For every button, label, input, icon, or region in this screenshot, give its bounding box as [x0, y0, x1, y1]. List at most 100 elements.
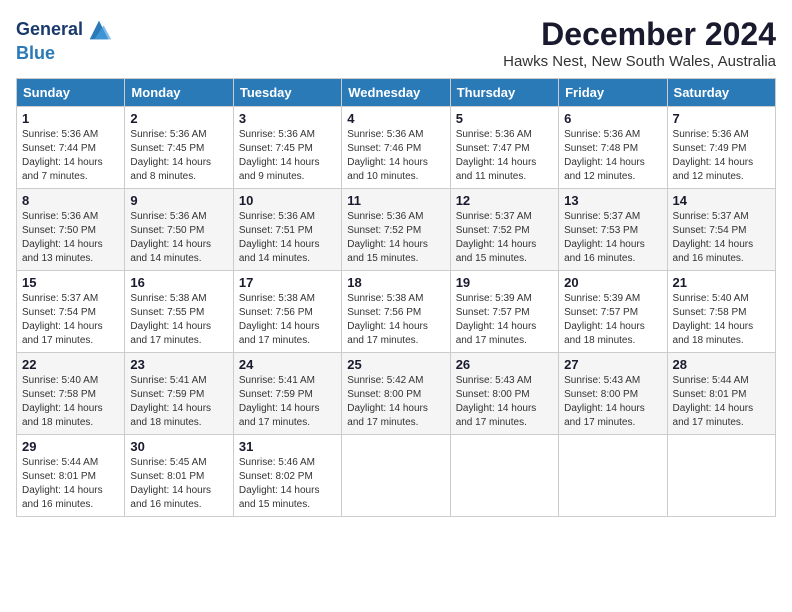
- calendar-cell: 18 Sunrise: 5:38 AMSunset: 7:56 PMDaylig…: [342, 271, 450, 353]
- calendar-cell: 30 Sunrise: 5:45 AMSunset: 8:01 PMDaylig…: [125, 435, 233, 517]
- day-info: Sunrise: 5:36 AMSunset: 7:44 PMDaylight:…: [22, 129, 103, 182]
- calendar-cell: 17 Sunrise: 5:38 AMSunset: 7:56 PMDaylig…: [233, 271, 341, 353]
- day-info: Sunrise: 5:36 AMSunset: 7:51 PMDaylight:…: [239, 211, 320, 264]
- calendar-cell: [559, 435, 667, 517]
- day-info: Sunrise: 5:46 AMSunset: 8:02 PMDaylight:…: [239, 457, 320, 510]
- day-number: 2: [130, 111, 227, 126]
- day-info: Sunrise: 5:38 AMSunset: 7:56 PMDaylight:…: [239, 293, 320, 346]
- month-title: December 2024: [503, 16, 776, 53]
- day-info: Sunrise: 5:36 AMSunset: 7:45 PMDaylight:…: [130, 129, 211, 182]
- calendar-cell: 16 Sunrise: 5:38 AMSunset: 7:55 PMDaylig…: [125, 271, 233, 353]
- day-number: 25: [347, 357, 444, 372]
- calendar-cell: [667, 435, 775, 517]
- calendar-cell: 8 Sunrise: 5:36 AMSunset: 7:50 PMDayligh…: [17, 189, 125, 271]
- day-info: Sunrise: 5:36 AMSunset: 7:45 PMDaylight:…: [239, 129, 320, 182]
- day-info: Sunrise: 5:43 AMSunset: 8:00 PMDaylight:…: [564, 375, 645, 428]
- calendar-cell: 10 Sunrise: 5:36 AMSunset: 7:51 PMDaylig…: [233, 189, 341, 271]
- day-number: 21: [673, 275, 770, 290]
- day-info: Sunrise: 5:36 AMSunset: 7:52 PMDaylight:…: [347, 211, 428, 264]
- day-info: Sunrise: 5:36 AMSunset: 7:49 PMDaylight:…: [673, 129, 754, 182]
- day-info: Sunrise: 5:39 AMSunset: 7:57 PMDaylight:…: [456, 293, 537, 346]
- calendar-cell: 11 Sunrise: 5:36 AMSunset: 7:52 PMDaylig…: [342, 189, 450, 271]
- day-number: 10: [239, 193, 336, 208]
- day-number: 15: [22, 275, 119, 290]
- day-number: 30: [130, 439, 227, 454]
- calendar-cell: [450, 435, 558, 517]
- calendar-week-row: 1 Sunrise: 5:36 AMSunset: 7:44 PMDayligh…: [17, 107, 776, 189]
- day-number: 20: [564, 275, 661, 290]
- calendar-cell: 19 Sunrise: 5:39 AMSunset: 7:57 PMDaylig…: [450, 271, 558, 353]
- calendar-cell: 5 Sunrise: 5:36 AMSunset: 7:47 PMDayligh…: [450, 107, 558, 189]
- calendar-header-row: SundayMondayTuesdayWednesdayThursdayFrid…: [17, 79, 776, 107]
- calendar-cell: 14 Sunrise: 5:37 AMSunset: 7:54 PMDaylig…: [667, 189, 775, 271]
- day-number: 3: [239, 111, 336, 126]
- day-info: Sunrise: 5:45 AMSunset: 8:01 PMDaylight:…: [130, 457, 211, 510]
- calendar-cell: [342, 435, 450, 517]
- calendar-cell: 26 Sunrise: 5:43 AMSunset: 8:00 PMDaylig…: [450, 353, 558, 435]
- calendar-cell: 12 Sunrise: 5:37 AMSunset: 7:52 PMDaylig…: [450, 189, 558, 271]
- calendar-day-header: Monday: [125, 79, 233, 107]
- day-info: Sunrise: 5:40 AMSunset: 7:58 PMDaylight:…: [22, 375, 103, 428]
- calendar-cell: 20 Sunrise: 5:39 AMSunset: 7:57 PMDaylig…: [559, 271, 667, 353]
- title-block: December 2024 Hawks Nest, New South Wale…: [503, 16, 776, 70]
- calendar-cell: 13 Sunrise: 5:37 AMSunset: 7:53 PMDaylig…: [559, 189, 667, 271]
- day-info: Sunrise: 5:37 AMSunset: 7:54 PMDaylight:…: [22, 293, 103, 346]
- day-number: 24: [239, 357, 336, 372]
- day-number: 7: [673, 111, 770, 126]
- calendar-day-header: Sunday: [17, 79, 125, 107]
- calendar-cell: 21 Sunrise: 5:40 AMSunset: 7:58 PMDaylig…: [667, 271, 775, 353]
- calendar-cell: 15 Sunrise: 5:37 AMSunset: 7:54 PMDaylig…: [17, 271, 125, 353]
- day-info: Sunrise: 5:36 AMSunset: 7:50 PMDaylight:…: [130, 211, 211, 264]
- day-info: Sunrise: 5:40 AMSunset: 7:58 PMDaylight:…: [673, 293, 754, 346]
- day-info: Sunrise: 5:37 AMSunset: 7:53 PMDaylight:…: [564, 211, 645, 264]
- calendar-week-row: 22 Sunrise: 5:40 AMSunset: 7:58 PMDaylig…: [17, 353, 776, 435]
- page-header: General Blue December 2024 Hawks Nest, N…: [16, 16, 776, 70]
- calendar-day-header: Tuesday: [233, 79, 341, 107]
- calendar-week-row: 15 Sunrise: 5:37 AMSunset: 7:54 PMDaylig…: [17, 271, 776, 353]
- calendar-day-header: Thursday: [450, 79, 558, 107]
- day-info: Sunrise: 5:36 AMSunset: 7:46 PMDaylight:…: [347, 129, 428, 182]
- calendar-cell: 2 Sunrise: 5:36 AMSunset: 7:45 PMDayligh…: [125, 107, 233, 189]
- day-info: Sunrise: 5:38 AMSunset: 7:55 PMDaylight:…: [130, 293, 211, 346]
- day-number: 6: [564, 111, 661, 126]
- calendar-day-header: Friday: [559, 79, 667, 107]
- day-number: 13: [564, 193, 661, 208]
- calendar-table: SundayMondayTuesdayWednesdayThursdayFrid…: [16, 78, 776, 517]
- day-number: 1: [22, 111, 119, 126]
- calendar-cell: 4 Sunrise: 5:36 AMSunset: 7:46 PMDayligh…: [342, 107, 450, 189]
- day-info: Sunrise: 5:36 AMSunset: 7:50 PMDaylight:…: [22, 211, 103, 264]
- day-info: Sunrise: 5:44 AMSunset: 8:01 PMDaylight:…: [22, 457, 103, 510]
- calendar-cell: 25 Sunrise: 5:42 AMSunset: 8:00 PMDaylig…: [342, 353, 450, 435]
- calendar-week-row: 29 Sunrise: 5:44 AMSunset: 8:01 PMDaylig…: [17, 435, 776, 517]
- calendar-cell: 23 Sunrise: 5:41 AMSunset: 7:59 PMDaylig…: [125, 353, 233, 435]
- day-number: 8: [22, 193, 119, 208]
- day-number: 16: [130, 275, 227, 290]
- day-number: 26: [456, 357, 553, 372]
- day-number: 28: [673, 357, 770, 372]
- day-number: 17: [239, 275, 336, 290]
- day-number: 19: [456, 275, 553, 290]
- logo: General Blue: [16, 16, 113, 64]
- calendar-cell: 1 Sunrise: 5:36 AMSunset: 7:44 PMDayligh…: [17, 107, 125, 189]
- day-info: Sunrise: 5:42 AMSunset: 8:00 PMDaylight:…: [347, 375, 428, 428]
- calendar-week-row: 8 Sunrise: 5:36 AMSunset: 7:50 PMDayligh…: [17, 189, 776, 271]
- calendar-cell: 6 Sunrise: 5:36 AMSunset: 7:48 PMDayligh…: [559, 107, 667, 189]
- calendar-day-header: Wednesday: [342, 79, 450, 107]
- day-number: 12: [456, 193, 553, 208]
- calendar-body: 1 Sunrise: 5:36 AMSunset: 7:44 PMDayligh…: [17, 107, 776, 517]
- day-info: Sunrise: 5:41 AMSunset: 7:59 PMDaylight:…: [130, 375, 211, 428]
- day-info: Sunrise: 5:37 AMSunset: 7:52 PMDaylight:…: [456, 211, 537, 264]
- calendar-cell: 9 Sunrise: 5:36 AMSunset: 7:50 PMDayligh…: [125, 189, 233, 271]
- calendar-cell: 28 Sunrise: 5:44 AMSunset: 8:01 PMDaylig…: [667, 353, 775, 435]
- day-number: 31: [239, 439, 336, 454]
- calendar-cell: 27 Sunrise: 5:43 AMSunset: 8:00 PMDaylig…: [559, 353, 667, 435]
- day-number: 27: [564, 357, 661, 372]
- day-info: Sunrise: 5:36 AMSunset: 7:48 PMDaylight:…: [564, 129, 645, 182]
- day-number: 11: [347, 193, 444, 208]
- calendar-cell: 31 Sunrise: 5:46 AMSunset: 8:02 PMDaylig…: [233, 435, 341, 517]
- day-info: Sunrise: 5:39 AMSunset: 7:57 PMDaylight:…: [564, 293, 645, 346]
- calendar-day-header: Saturday: [667, 79, 775, 107]
- logo-icon: [85, 16, 113, 44]
- calendar-cell: 7 Sunrise: 5:36 AMSunset: 7:49 PMDayligh…: [667, 107, 775, 189]
- day-info: Sunrise: 5:37 AMSunset: 7:54 PMDaylight:…: [673, 211, 754, 264]
